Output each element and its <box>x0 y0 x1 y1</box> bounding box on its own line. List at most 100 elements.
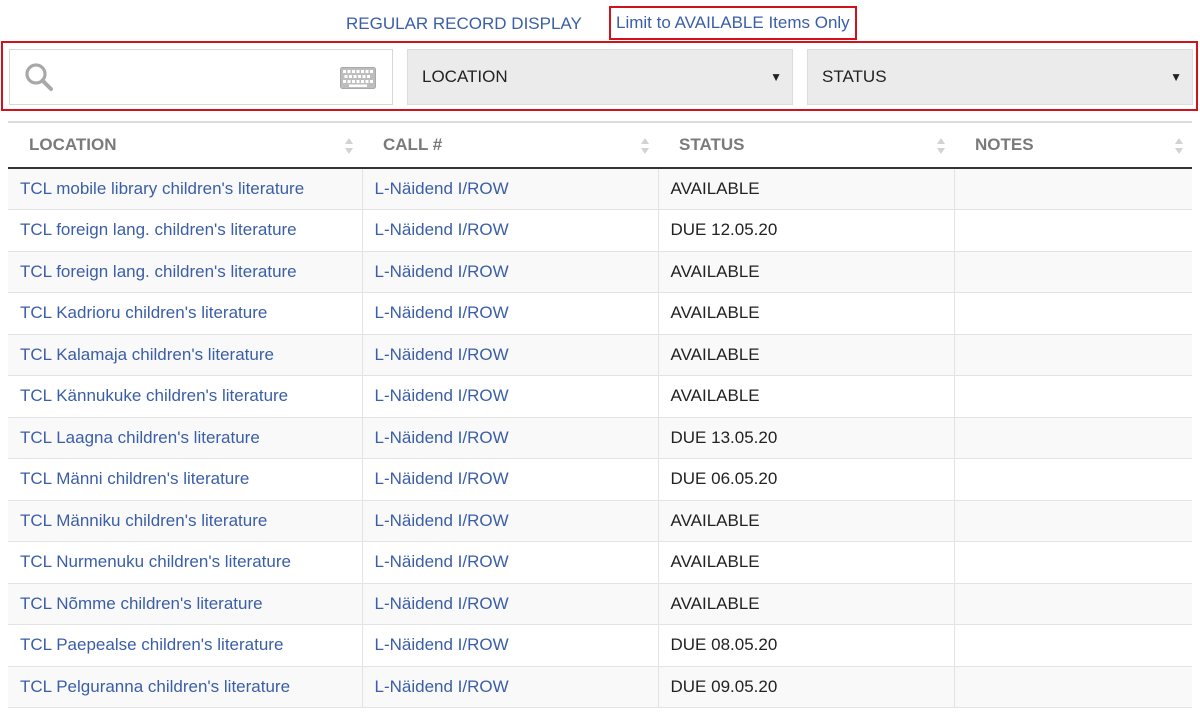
status-cell: DUE 12.05.20 <box>658 209 955 252</box>
limit-available-link[interactable]: Limit to AVAILABLE Items Only <box>609 6 857 40</box>
table-row: TCL foreign lang. children's literature … <box>8 209 1192 252</box>
notes-cell <box>954 251 1192 293</box>
location-link[interactable]: TCL Nõmme children's literature <box>20 594 263 613</box>
status-cell: DUE 08.05.20 <box>658 624 955 667</box>
call-number-link[interactable]: L-Näidend I/ROW <box>375 220 509 239</box>
table-row: TCL foreign lang. children's literature … <box>8 251 1192 293</box>
call-number-link[interactable]: L-Näidend I/ROW <box>375 594 509 613</box>
call-number-link[interactable]: L-Näidend I/ROW <box>375 552 509 571</box>
location-cell: TCL Kadrioru children's literature <box>8 292 363 335</box>
location-link[interactable]: TCL Kadrioru children's literature <box>20 303 267 322</box>
status-cell: AVAILABLE <box>658 168 955 210</box>
notes-cell <box>954 417 1192 459</box>
sort-icon[interactable] <box>344 137 354 155</box>
notes-cell <box>954 666 1192 708</box>
location-link[interactable]: TCL Paepealse children's literature <box>20 635 283 654</box>
location-link[interactable]: TCL Kännukuke children's literature <box>20 386 288 405</box>
notes-cell <box>954 209 1192 252</box>
table-row: TCL Kalamaja children's literature L-Näi… <box>8 334 1192 376</box>
table-row: TCL Kadrioru children's literature L-Näi… <box>8 292 1192 335</box>
call-number-cell: L-Näidend I/ROW <box>362 500 659 542</box>
location-cell: TCL Männi children's literature <box>8 458 363 501</box>
call-number-link[interactable]: L-Näidend I/ROW <box>375 469 509 488</box>
notes-cell <box>954 624 1192 667</box>
search-box[interactable] <box>9 49 393 105</box>
call-number-cell: L-Näidend I/ROW <box>362 375 659 418</box>
status-cell: DUE 09.05.20 <box>658 666 955 708</box>
keyboard-icon[interactable] <box>340 67 376 89</box>
location-cell: TCL Kalamaja children's literature <box>8 334 363 376</box>
location-link[interactable]: TCL foreign lang. children's literature <box>20 262 297 281</box>
call-number-link[interactable]: L-Näidend I/ROW <box>375 635 509 654</box>
column-header-notes[interactable]: NOTES <box>954 121 1192 169</box>
sort-icon[interactable] <box>936 137 946 155</box>
column-header-label: LOCATION <box>29 135 117 154</box>
location-select[interactable]: LOCATION ▼ <box>407 49 793 105</box>
call-number-cell: L-Näidend I/ROW <box>362 334 659 376</box>
location-cell: TCL mobile library children's literature <box>8 168 363 210</box>
call-number-cell: L-Näidend I/ROW <box>362 458 659 501</box>
notes-cell <box>954 168 1192 210</box>
sort-icon[interactable] <box>1174 137 1184 155</box>
notes-cell <box>954 458 1192 501</box>
notes-cell <box>954 292 1192 335</box>
column-header-location[interactable]: LOCATION <box>8 121 362 169</box>
call-number-cell: L-Näidend I/ROW <box>362 209 659 252</box>
table-row: TCL Nõmme children's literature L-Näiden… <box>8 583 1192 625</box>
call-number-link[interactable]: L-Näidend I/ROW <box>375 262 509 281</box>
table-row: TCL Männiku children's literature L-Näid… <box>8 500 1192 542</box>
location-select-label: LOCATION <box>422 67 508 86</box>
status-cell: AVAILABLE <box>658 334 955 376</box>
column-header-label: STATUS <box>679 135 745 154</box>
notes-cell <box>954 334 1192 376</box>
call-number-link[interactable]: L-Näidend I/ROW <box>375 677 509 696</box>
table-row: TCL Nurmenuku children's literature L-Nä… <box>8 541 1192 584</box>
call-number-link[interactable]: L-Näidend I/ROW <box>375 386 509 405</box>
chevron-down-icon: ▼ <box>770 70 782 84</box>
status-cell: AVAILABLE <box>658 541 955 584</box>
status-cell: DUE 13.05.20 <box>658 417 955 459</box>
location-link[interactable]: TCL Nurmenuku children's literature <box>20 552 291 571</box>
call-number-link[interactable]: L-Näidend I/ROW <box>375 179 509 198</box>
call-number-link[interactable]: L-Näidend I/ROW <box>375 511 509 530</box>
table-row: TCL mobile library children's literature… <box>8 168 1192 210</box>
status-select[interactable]: STATUS ▼ <box>807 49 1193 105</box>
filter-bar: LOCATION ▼ STATUS ▼ <box>1 41 1198 111</box>
location-cell: TCL foreign lang. children's literature <box>8 209 363 252</box>
table-row: TCL Pelguranna children's literature L-N… <box>8 666 1192 708</box>
location-link[interactable]: TCL Männiku children's literature <box>20 511 267 530</box>
search-input[interactable] <box>64 60 328 96</box>
regular-record-display-link[interactable]: REGULAR RECORD DISPLAY <box>346 14 582 34</box>
call-number-cell: L-Näidend I/ROW <box>362 541 659 584</box>
call-number-cell: L-Näidend I/ROW <box>362 168 659 210</box>
column-header-status[interactable]: STATUS <box>658 121 954 169</box>
location-cell: TCL Paepealse children's literature <box>8 624 363 667</box>
location-cell: TCL Nõmme children's literature <box>8 583 363 625</box>
call-number-cell: L-Näidend I/ROW <box>362 417 659 459</box>
call-number-cell: L-Näidend I/ROW <box>362 666 659 708</box>
call-number-link[interactable]: L-Näidend I/ROW <box>375 345 509 364</box>
table-row: TCL Laagna children's literature L-Näide… <box>8 417 1192 459</box>
call-number-cell: L-Näidend I/ROW <box>362 583 659 625</box>
column-header-call[interactable]: CALL # <box>362 121 658 169</box>
top-links: REGULAR RECORD DISPLAY Limit to AVAILABL… <box>0 0 1200 42</box>
status-cell: AVAILABLE <box>658 375 955 418</box>
location-link[interactable]: TCL foreign lang. children's literature <box>20 220 297 239</box>
status-cell: DUE 06.05.20 <box>658 458 955 501</box>
notes-cell <box>954 375 1192 418</box>
location-cell: TCL Kännukuke children's literature <box>8 375 363 418</box>
call-number-link[interactable]: L-Näidend I/ROW <box>375 428 509 447</box>
location-link[interactable]: TCL Laagna children's literature <box>20 428 260 447</box>
location-link[interactable]: TCL mobile library children's literature <box>20 179 304 198</box>
status-cell: AVAILABLE <box>658 583 955 625</box>
location-link[interactable]: TCL Pelguranna children's literature <box>20 677 290 696</box>
notes-cell <box>954 500 1192 542</box>
call-number-link[interactable]: L-Näidend I/ROW <box>375 303 509 322</box>
table-row: TCL Paepealse children's literature L-Nä… <box>8 624 1192 667</box>
location-link[interactable]: TCL Kalamaja children's literature <box>20 345 274 364</box>
status-cell: AVAILABLE <box>658 500 955 542</box>
location-cell: TCL Laagna children's literature <box>8 417 363 459</box>
sort-icon[interactable] <box>640 137 650 155</box>
location-link[interactable]: TCL Männi children's literature <box>20 469 249 488</box>
call-number-cell: L-Näidend I/ROW <box>362 292 659 335</box>
